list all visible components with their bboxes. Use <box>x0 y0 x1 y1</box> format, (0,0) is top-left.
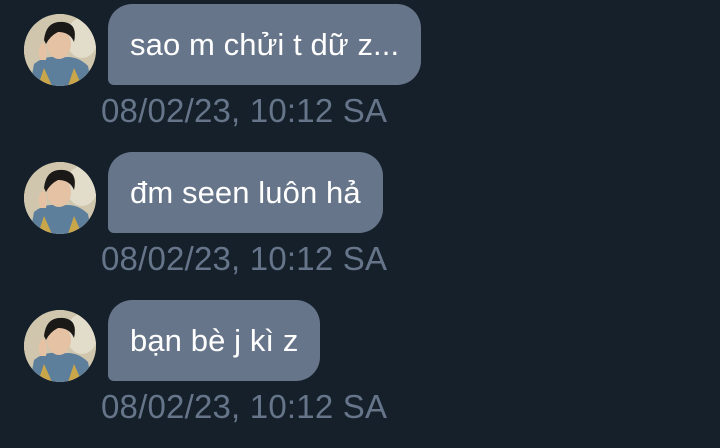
message-timestamp: 08/02/23, 10:12 SA <box>101 92 388 129</box>
user-avatar-icon[interactable] <box>24 310 96 382</box>
message-text: bạn bè j kì z <box>130 322 299 358</box>
message-timestamp: 08/02/23, 10:12 SA <box>101 240 388 277</box>
message-timestamp: 08/02/23, 10:12 SA <box>101 388 388 425</box>
user-avatar-icon[interactable] <box>24 14 96 86</box>
message-row: đm seen luôn hả 08/02/23, 10:12 SA <box>0 148 720 296</box>
message-bubble[interactable]: đm seen luôn hả <box>108 152 383 233</box>
message-row: sao m chửi t dữ z... 08/02/23, 10:12 SA <box>0 0 720 148</box>
message-bubble[interactable]: bạn bè j kì z <box>108 300 321 381</box>
user-avatar-icon[interactable] <box>24 162 96 234</box>
message-text: đm seen luôn hả <box>130 174 361 210</box>
message-bubble[interactable]: sao m chửi t dữ z... <box>108 4 422 85</box>
message-row: bạn bè j kì z 08/02/23, 10:12 SA <box>0 296 720 444</box>
message-text: sao m chửi t dữ z... <box>130 26 400 62</box>
